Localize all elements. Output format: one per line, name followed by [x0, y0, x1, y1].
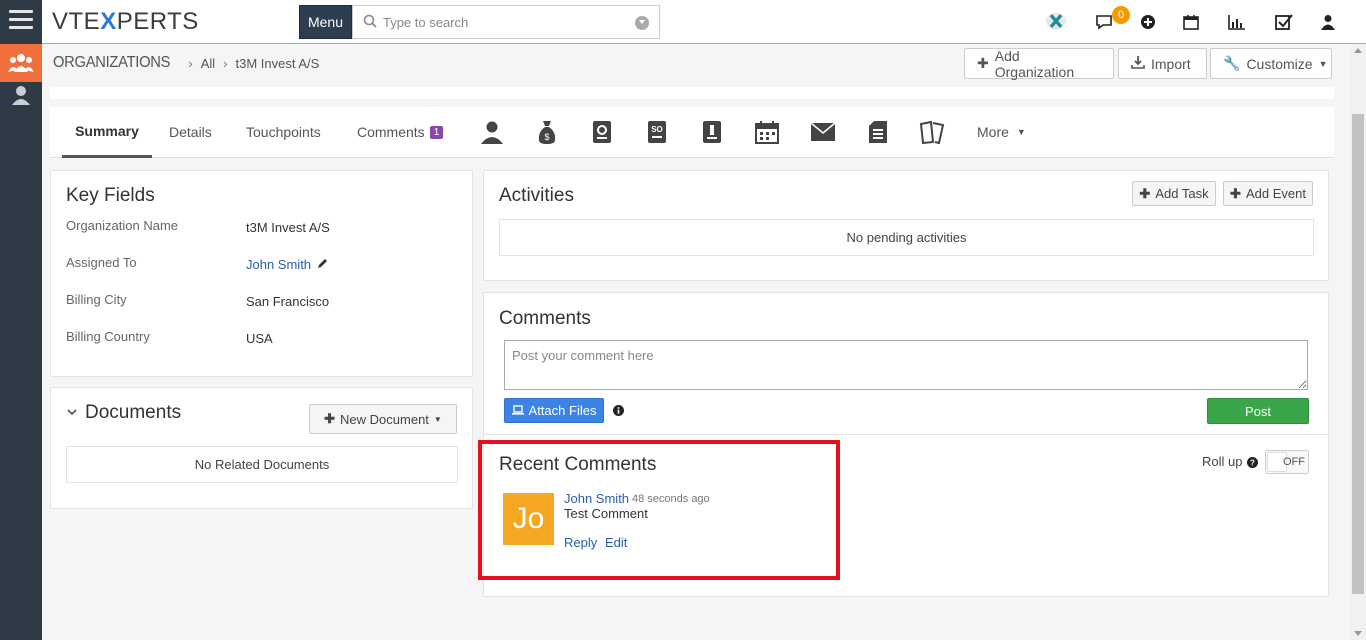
new-document-button[interactable]: ✚ New Document ▼: [309, 404, 457, 434]
wrench-icon: 🔧: [1223, 55, 1241, 71]
user-icon[interactable]: [0, 82, 42, 108]
calendar-icon[interactable]: [1181, 12, 1201, 32]
field-label: Organization Name: [66, 218, 178, 233]
add-event-button[interactable]: ✚ Add Event: [1223, 181, 1313, 206]
download-icon: [1131, 55, 1145, 72]
field-label: Billing Country: [66, 329, 150, 344]
vtexperts-logo[interactable]: VTEXPERTS: [52, 10, 199, 34]
billing-country-value[interactable]: USA: [246, 331, 273, 346]
plus-icon: ✚: [1139, 185, 1151, 201]
info-icon[interactable]: [613, 404, 624, 419]
quote-doc-icon[interactable]: [589, 119, 615, 145]
tab-summary[interactable]: Summary: [62, 107, 152, 158]
comments-count-badge: 1: [429, 125, 444, 139]
recent-comments-highlight-box: [478, 440, 840, 580]
scroll-up-arrow-icon[interactable]: [1354, 48, 1362, 53]
add-task-button[interactable]: ✚ Add Task: [1132, 181, 1216, 206]
key-fields-title: Key Fields: [66, 185, 155, 206]
user-profile-icon[interactable]: [1318, 12, 1338, 32]
plus-icon: ✚: [324, 411, 336, 426]
svg-text:?: ?: [1250, 459, 1255, 468]
notification-badge: 0: [1112, 6, 1130, 24]
page-scrollbar[interactable]: [1350, 44, 1366, 640]
record-header: Organizations › All › t3M Invest A/S ✚ Ad…: [42, 44, 1366, 88]
calendar-tab-icon[interactable]: [754, 119, 780, 145]
top-navigation-bar: VTEXPERTS Menu 0: [42, 0, 1366, 44]
attach-files-button[interactable]: Attach Files: [504, 398, 604, 423]
money-bag-icon[interactable]: $: [534, 119, 560, 145]
assigned-to-value[interactable]: John Smith: [246, 257, 311, 272]
caret-down-icon: ▼: [433, 414, 442, 424]
post-comment-button[interactable]: Post: [1207, 398, 1309, 424]
tab-more-dropdown[interactable]: More ▼: [977, 107, 1026, 157]
breadcrumb-filter[interactable]: All: [201, 56, 215, 71]
rollup-toggle[interactable]: OFF: [1265, 450, 1309, 474]
activities-empty-message: No pending activities: [499, 219, 1314, 256]
help-question-icon[interactable]: ?: [1247, 456, 1258, 471]
caret-down-icon: ▼: [1016, 127, 1026, 137]
documents-title: Documents: [85, 402, 182, 423]
reports-chart-icon[interactable]: [1227, 12, 1247, 32]
organizations-module-icon[interactable]: [0, 44, 42, 82]
organization-name-value[interactable]: t3M Invest A/S: [246, 220, 330, 235]
menu-button[interactable]: Menu: [299, 5, 352, 39]
contacts-tab-icon[interactable]: [479, 119, 505, 145]
breadcrumb: Organizations › All › t3M Invest A/S: [53, 54, 319, 72]
collapse-chevron-icon[interactable]: [67, 404, 77, 419]
key-fields-panel: Key Fields Organization Name t3M Invest …: [50, 170, 473, 377]
scrollbar-thumb[interactable]: [1352, 114, 1364, 594]
vtexperts-x-icon[interactable]: [1046, 11, 1066, 31]
tab-details[interactable]: Details: [169, 107, 212, 157]
chat-icon[interactable]: [1094, 12, 1114, 32]
caret-down-icon: ▼: [1318, 58, 1328, 69]
plus-icon: ✚: [977, 55, 989, 71]
rollup-label: Roll up: [1202, 454, 1243, 469]
tasks-checkbox-icon[interactable]: [1274, 12, 1294, 32]
customize-dropdown-button[interactable]: 🔧 Customize ▼: [1210, 48, 1332, 79]
record-tabs: Summary Details Touchpoints Comments 1 $ …: [50, 107, 1334, 158]
toggle-state: OFF: [1283, 456, 1305, 468]
plus-icon: ✚: [1230, 185, 1241, 201]
import-button[interactable]: Import: [1118, 48, 1207, 79]
add-organization-button[interactable]: ✚ Add Organization: [964, 48, 1114, 80]
laptop-icon: [511, 403, 524, 418]
documents-panel: Documents ✚ New Document ▼ No Related Docu…: [50, 387, 473, 509]
global-search[interactable]: [352, 5, 660, 39]
billing-city-value[interactable]: San Francisco: [246, 294, 329, 309]
email-icon[interactable]: [810, 119, 836, 145]
documents-empty-message: No Related Documents: [66, 446, 458, 483]
pencil-edit-icon[interactable]: [317, 257, 329, 272]
tab-touchpoints[interactable]: Touchpoints: [246, 107, 321, 157]
breadcrumb-record: t3M Invest A/S: [235, 55, 320, 71]
breadcrumb-module[interactable]: Organizations: [53, 54, 170, 72]
divider: [484, 434, 1330, 435]
documents-tab-icon[interactable]: [865, 119, 891, 145]
field-label: Billing City: [66, 292, 127, 307]
quick-create-icon[interactable]: [1138, 12, 1158, 32]
search-icon: [363, 14, 377, 31]
sales-order-icon[interactable]: SO: [644, 119, 670, 145]
comments-title: Comments: [499, 308, 591, 329]
search-dropdown-icon[interactable]: [635, 16, 649, 30]
comment-textarea[interactable]: [504, 340, 1308, 390]
svg-text:SO: SO: [651, 125, 663, 134]
search-input[interactable]: [383, 12, 623, 32]
tab-comments[interactable]: Comments 1: [357, 107, 444, 157]
scroll-down-arrow-icon[interactable]: [1354, 631, 1362, 636]
tickets-icon[interactable]: [919, 119, 945, 145]
activities-panel: Activities ✚ Add Task ✚ Add Event No pendi…: [483, 170, 1329, 281]
invoice-icon[interactable]: [699, 119, 725, 145]
activities-title: Activities: [499, 185, 574, 206]
content-top-strip: [50, 87, 1334, 99]
svg-text:$: $: [544, 132, 549, 142]
chevron-right-icon: ›: [188, 55, 193, 71]
field-label: Assigned To: [66, 255, 137, 270]
left-sidebar: [0, 0, 42, 640]
chevron-right-icon: ›: [223, 55, 228, 71]
hamburger-menu-icon[interactable]: [9, 10, 33, 32]
